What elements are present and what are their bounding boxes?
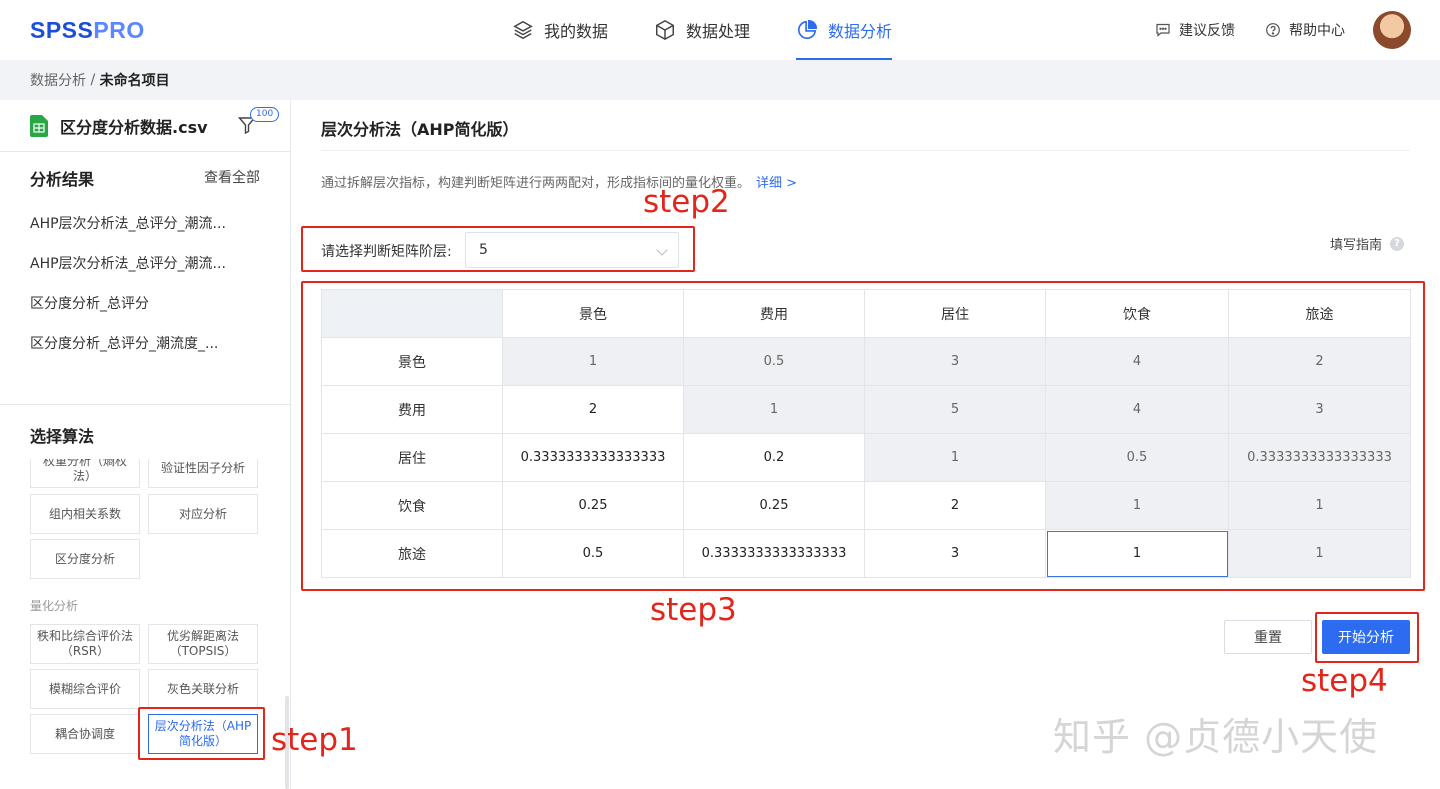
breadcrumb: 数据分析 / 未命名项目 bbox=[0, 60, 1440, 100]
feedback-link[interactable]: 建议反馈 bbox=[1155, 0, 1235, 60]
annotation-box-step3 bbox=[301, 281, 1425, 591]
breadcrumb-root[interactable]: 数据分析 bbox=[30, 70, 86, 90]
algo-weight-entropy[interactable]: 权重分析（熵权法） bbox=[30, 459, 140, 488]
algo-fuzzy[interactable]: 模糊综合评价 bbox=[30, 669, 140, 709]
nav-tab-my-data[interactable]: 我的数据 bbox=[512, 0, 608, 60]
annotation-step3: step3 bbox=[650, 592, 737, 628]
category-label: 量化分析 bbox=[30, 599, 79, 613]
annotation-box-step4 bbox=[1315, 612, 1419, 663]
results-title: 分析结果 bbox=[30, 170, 95, 189]
divider bbox=[0, 151, 290, 152]
nav-tab-label: 数据处理 bbox=[686, 22, 751, 41]
brand-logo[interactable]: SPSSPRO bbox=[30, 17, 145, 44]
breadcrumb-separator: / bbox=[86, 72, 100, 88]
algo-correspondence[interactable]: 对应分析 bbox=[148, 494, 258, 534]
algo-coupling[interactable]: 耦合协调度 bbox=[30, 714, 140, 754]
breadcrumb-current: 未命名项目 bbox=[99, 73, 170, 89]
cube-icon bbox=[656, 19, 674, 41]
nav-tab-data-processing[interactable]: 数据处理 bbox=[654, 0, 750, 60]
fill-guide-link[interactable]: 填写指南 ? bbox=[1330, 234, 1405, 253]
algo-discrimination[interactable]: 区分度分析 bbox=[30, 539, 140, 579]
watermark: 知乎 @贞德小天使 bbox=[1053, 715, 1379, 759]
annotation-step1: step1 bbox=[271, 722, 358, 758]
nav-tab-data-analysis[interactable]: 数据分析 bbox=[796, 0, 893, 60]
detail-link[interactable]: 详细 > bbox=[756, 176, 797, 191]
feedback-icon bbox=[1156, 23, 1170, 37]
divider bbox=[321, 150, 1410, 151]
result-item[interactable]: AHP层次分析法_总评分_潮流... bbox=[30, 253, 235, 273]
algo-rsr[interactable]: 秩和比综合评价法（RSR） bbox=[30, 624, 140, 664]
fill-guide-label: 填写指南 bbox=[1330, 238, 1383, 253]
filter-count-badge: 100 bbox=[250, 107, 280, 122]
divider bbox=[0, 404, 290, 405]
sidebar: 区分度分析数据.csv 100 分析结果 查看全部 AHP层次分析法_总评分_潮… bbox=[0, 100, 291, 789]
brand-logo-part2: PRO bbox=[93, 17, 145, 43]
result-item[interactable]: 区分度分析_总评分 bbox=[30, 293, 235, 313]
annotation-step4: step4 bbox=[1301, 663, 1388, 699]
pie-chart-icon bbox=[797, 20, 817, 40]
result-item[interactable]: 区分度分析_总评分_潮流度_... bbox=[30, 333, 235, 353]
file-row[interactable]: 区分度分析数据.csv bbox=[30, 114, 208, 138]
feedback-label: 建议反馈 bbox=[1179, 23, 1235, 39]
view-all-link[interactable]: 查看全部 bbox=[204, 167, 260, 187]
layers-icon bbox=[513, 20, 533, 40]
annotation-box-step1 bbox=[138, 707, 265, 760]
page-title: 层次分析法（AHP简化版） bbox=[321, 120, 519, 139]
algo-grey-relational[interactable]: 灰色关联分析 bbox=[148, 669, 258, 709]
annotation-step2: step2 bbox=[643, 184, 730, 220]
file-name: 区分度分析数据.csv bbox=[60, 118, 208, 137]
help-center-label: 帮助中心 bbox=[1289, 23, 1345, 39]
brand-logo-part1: SPSS bbox=[30, 17, 94, 43]
annotation-box-step2 bbox=[301, 226, 695, 272]
nav-tab-label: 我的数据 bbox=[544, 22, 609, 41]
algo-topsis[interactable]: 优劣解距离法（TOPSIS） bbox=[148, 624, 258, 664]
help-center-link[interactable]: 帮助中心 bbox=[1265, 0, 1345, 60]
algo-title: 选择算法 bbox=[30, 427, 95, 446]
reset-button[interactable]: 重置 bbox=[1224, 620, 1312, 654]
result-item[interactable]: AHP层次分析法_总评分_潮流... bbox=[30, 213, 235, 233]
top-nav-bar: SPSSPRO 我的数据 数据处理 数据分析 建议反馈 帮助中心 bbox=[0, 0, 1440, 60]
spreadsheet-file-icon bbox=[30, 115, 48, 137]
nav-tab-label: 数据分析 bbox=[828, 22, 893, 41]
question-icon: ? bbox=[1390, 236, 1405, 251]
algo-cfa[interactable]: 验证性因子分析 bbox=[148, 459, 258, 488]
help-icon bbox=[1266, 23, 1280, 37]
user-avatar[interactable] bbox=[1373, 11, 1411, 49]
algo-icc[interactable]: 组内相关系数 bbox=[30, 494, 140, 534]
